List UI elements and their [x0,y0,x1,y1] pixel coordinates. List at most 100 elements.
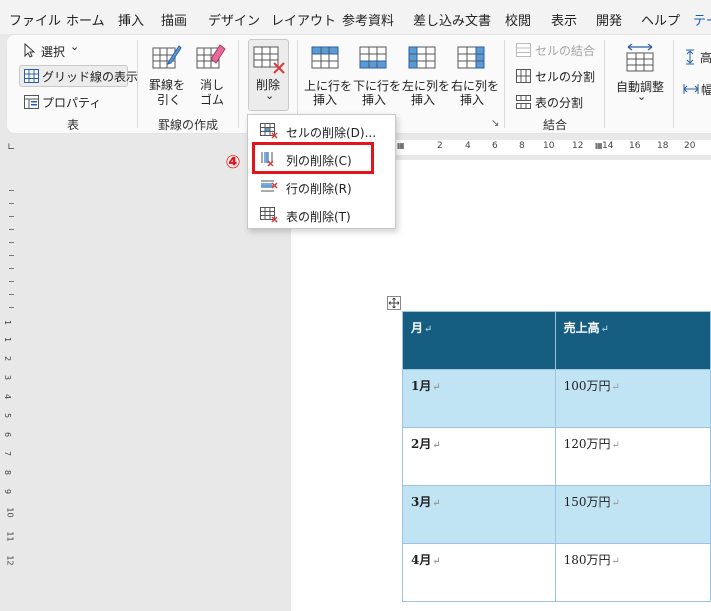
dialog-launcher-icon[interactable]: ↘ [491,118,499,129]
autofit-icon [625,43,655,75]
group-label-merge: 結合 [543,118,568,132]
delete-rows-icon [260,179,278,198]
ruler-number: 7 [3,450,13,457]
delete-table-icon [260,207,278,226]
group-divider [137,40,138,128]
menu-review[interactable]: 校閲 [505,10,531,29]
group-label-table: 表 [67,118,80,132]
chevron-down-icon: ⌄ [265,89,275,102]
ruler-number: 9 [3,488,13,495]
menu-draw[interactable]: 描画 [161,10,187,29]
vertical-ruler[interactable] [2,160,18,611]
delete-table-icon [253,44,287,77]
ruler-number: 16 [629,141,641,151]
ruler-tick [9,281,14,282]
table-cell[interactable]: 2月↵ [402,427,556,486]
menu-item-delete-cells[interactable]: セルの削除(D)... [248,118,395,144]
menu-file[interactable]: ファイル [9,10,61,29]
ruler-number: 12 [5,555,15,566]
table-header-cell[interactable]: 月↵ [402,311,556,370]
merge-cells-button[interactable]: セルの結合 [535,42,595,59]
highlight-box [252,142,374,174]
ruler-tick [9,216,14,217]
ruler-tick [9,255,14,256]
menu-help[interactable]: ヘルプ [641,10,680,29]
table-cell[interactable]: 3月↵ [402,485,556,544]
ruler-table-marker-icon[interactable]: ▦ [397,141,405,150]
table-cell[interactable]: 100万円↵ [554,369,711,428]
ruler-number: 5 [3,412,13,419]
table-row: 2月↵ 120万円↵ [402,427,711,486]
tab-selector-icon[interactable]: ∟ [7,142,15,153]
insert-right-label-2[interactable]: 挿入 [460,91,484,108]
gridlines-label: グリッド線の表示 [42,70,139,84]
ruler-number: 8 [519,141,525,151]
table-row: 1月↵ 100万円↵ [402,369,711,428]
ruler-number: 8 [3,469,13,476]
ruler-number: 14 [602,141,614,151]
ruler-number: 2 [3,355,13,362]
column-width-label[interactable]: 幅 [701,81,711,98]
ruler-number: 10 [543,141,555,151]
menu-home[interactable]: ホーム [66,10,105,29]
eraser-icon [196,42,226,73]
insert-above-label-2[interactable]: 挿入 [313,91,337,108]
draw-line-label-2[interactable]: 引く [157,91,181,108]
sales-table[interactable]: 月↵ 売上高↵ 1月↵ 100万円↵ 2月↵ 120万円↵ 3月↵ 150万円↵… [402,311,711,602]
menu-item-delete-rows[interactable]: 行の削除(R) [248,174,395,200]
ruler-tick [9,242,14,243]
draw-table-icon [152,42,182,73]
ruler-number: 4 [3,393,13,400]
table-cell[interactable]: 4月↵ [402,543,556,602]
split-table-button[interactable]: 表の分割 [535,94,583,111]
table-header-row: 月↵ 売上高↵ [402,311,711,370]
chevron-down-icon: ⌄ [637,90,647,103]
menu-item-delete-table[interactable]: 表の削除(T) [248,202,395,228]
split-cells-button[interactable]: セルの分割 [535,68,595,85]
table-row: 4月↵ 180万円↵ [402,543,711,602]
table-cell[interactable]: 120万円↵ [554,427,711,486]
split-table-icon [516,95,531,112]
ruler-number: 2 [437,141,443,151]
group-divider [673,40,674,128]
ruler-number: 11 [5,531,15,542]
table-header-cell[interactable]: 売上高↵ [554,311,711,370]
ruler-number: 18 [657,141,669,151]
ruler-number: 1 [3,319,13,326]
chevron-down-icon: ⌄ [70,40,80,53]
menu-bar: ファイル ホーム 挿入 描画 デザイン レイアウト 参考資料 差し込み文書 校閲… [0,0,711,34]
table-cell[interactable]: 180万円↵ [554,543,711,602]
menu-layout[interactable]: レイアウト [271,10,336,29]
column-width-icon [683,82,699,99]
ruler-tick [9,307,14,308]
insert-above-icon [311,44,339,73]
menu-table-design[interactable]: テー [693,10,711,29]
eraser-label-2[interactable]: ゴム [200,91,224,108]
ruler-tick [9,294,14,295]
ruler-number: 6 [3,431,13,438]
group-label-borders: 罫線の作成 [158,118,219,132]
group-divider [604,40,605,128]
insert-below-label-2[interactable]: 挿入 [362,91,386,108]
row-height-label[interactable]: 高 [700,49,711,66]
menu-design[interactable]: デザイン [208,10,260,29]
ruler-tick [9,203,14,204]
group-divider [238,40,239,128]
merge-cells-icon [516,43,531,60]
menu-developer[interactable]: 開発 [596,10,622,29]
table-move-handle-icon[interactable] [387,296,401,313]
properties-button[interactable]: プロパティ [42,94,101,111]
properties-icon [24,95,39,112]
ruler-tick [9,229,14,230]
menu-mailings[interactable]: 差し込み文書 [413,10,491,29]
insert-below-icon [359,44,387,73]
select-button[interactable]: 選択 [41,43,65,60]
table-cell[interactable]: 1月↵ [402,369,556,428]
insert-left-label-2[interactable]: 挿入 [411,91,435,108]
menu-insert[interactable]: 挿入 [118,10,144,29]
menu-references[interactable]: 参考資料 [342,10,394,29]
ruler-number: 6 [492,141,498,151]
insert-right-icon [457,44,485,73]
table-cell[interactable]: 150万円↵ [554,485,711,544]
menu-view[interactable]: 表示 [551,10,577,29]
